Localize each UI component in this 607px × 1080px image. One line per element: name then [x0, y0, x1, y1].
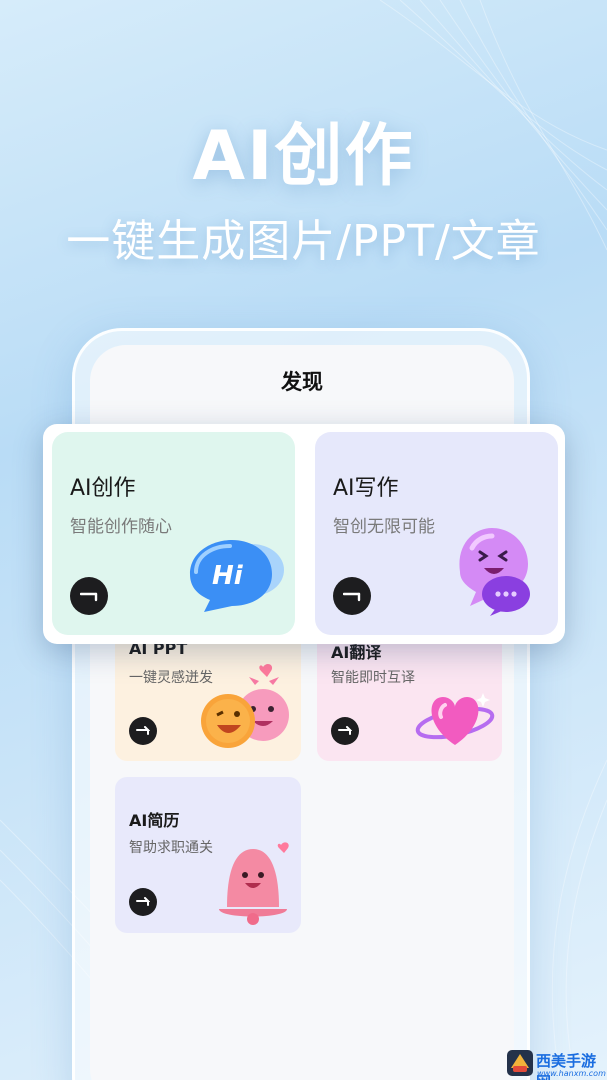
- heart-planet-icon: [415, 693, 495, 745]
- card-title: AI简历: [129, 811, 180, 830]
- arrow-button[interactable]: [129, 717, 157, 745]
- arrow-right-icon: [80, 592, 98, 602]
- arrow-button[interactable]: [333, 577, 371, 615]
- arrow-button[interactable]: [129, 888, 157, 916]
- arrow-button[interactable]: [70, 577, 108, 615]
- arrow-right-icon: [136, 897, 150, 906]
- card-ai-write[interactable]: AI写作 智创无限可能: [315, 432, 558, 635]
- card-subtitle: 智助求职通关: [129, 840, 213, 856]
- hero-subtitle: 一键生成图片/PPT/文章: [66, 216, 541, 267]
- card-title: AI创作: [70, 476, 136, 501]
- hero-title: AI创作: [192, 117, 415, 196]
- card-subtitle: 智能创作随心: [70, 517, 172, 537]
- card-subtitle: 智能即时互译: [331, 670, 415, 686]
- svg-text:Hi: Hi: [212, 561, 244, 591]
- arrow-button[interactable]: [331, 717, 359, 745]
- hi-chat-bubble-icon: Hi: [190, 540, 284, 612]
- purple-chat-ghost-icon: [459, 528, 530, 616]
- pink-bell-icon: [219, 842, 289, 925]
- card-ai-create[interactable]: AI创作 智能创作随心 Hi: [52, 432, 295, 635]
- page-title: 发现: [281, 370, 323, 394]
- emoji-faces-icon: [201, 664, 289, 748]
- arrow-right-icon: [136, 726, 150, 735]
- card-ai-translate[interactable]: AI翻译 智能即时互译: [317, 625, 502, 761]
- arrow-right-icon: [338, 726, 352, 735]
- card-ai-ppt[interactable]: AI PPT 一键灵感迸发: [115, 625, 301, 761]
- card-ai-resume[interactable]: AI简历 智助求职通关: [115, 777, 301, 933]
- arrow-right-icon: [343, 592, 361, 602]
- card-subtitle: 智创无限可能: [333, 517, 435, 537]
- card-title: AI写作: [333, 476, 399, 501]
- watermark-url: www.hanxm.com: [537, 1069, 606, 1078]
